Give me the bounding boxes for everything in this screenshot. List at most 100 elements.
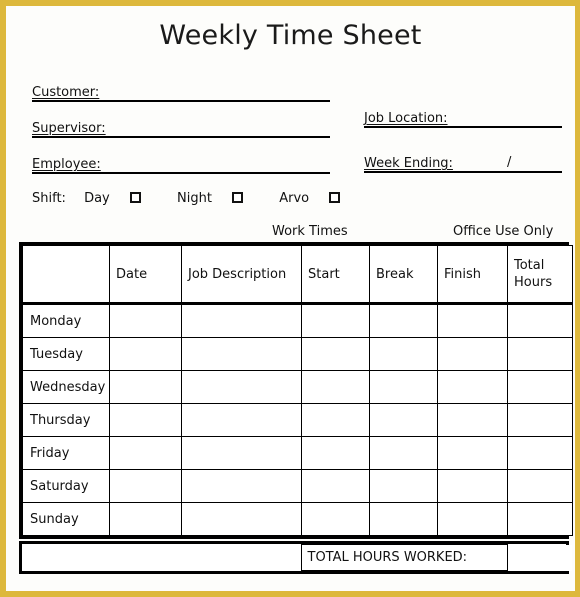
- field-customer[interactable]: Customer:: [32, 78, 330, 102]
- timesheet-table-element: Date Job Description Start Break Finish …: [22, 245, 573, 536]
- cell-tuesday-total[interactable]: [507, 337, 573, 371]
- table-header-row: Date Job Description Start Break Finish …: [22, 245, 573, 305]
- row-label-friday: Friday: [22, 436, 110, 470]
- cell-monday-start[interactable]: [301, 303, 370, 338]
- total-hours-footer: TOTAL HOURS WORKED:: [19, 541, 572, 574]
- total-hours-worked-value[interactable]: [506, 544, 572, 571]
- shift-option-arvo-label: Arvo: [279, 191, 310, 206]
- column-header-finish: Finish: [437, 245, 508, 305]
- footer-watermark: [22, 544, 302, 571]
- field-supervisor[interactable]: Supervisor:: [32, 114, 330, 138]
- column-header-start: Start: [301, 245, 370, 305]
- table-row: Wednesday: [22, 370, 573, 404]
- cell-sunday-start[interactable]: [301, 502, 370, 536]
- cell-sunday-total[interactable]: [507, 502, 573, 536]
- cell-friday-finish[interactable]: [437, 436, 508, 470]
- footer-row: TOTAL HOURS WORKED:: [22, 544, 572, 571]
- field-employee-label: Employee:: [32, 157, 101, 172]
- field-job-location-label: Job Location:: [364, 111, 448, 126]
- table-head: Date Job Description Start Break Finish …: [22, 245, 573, 305]
- cell-monday-date[interactable]: [109, 303, 182, 338]
- cell-thursday-date[interactable]: [109, 403, 182, 437]
- cell-thursday-finish[interactable]: [437, 403, 508, 437]
- table-row: Thursday: [22, 403, 573, 437]
- cell-friday-start[interactable]: [301, 436, 370, 470]
- cell-thursday-desc[interactable]: [181, 403, 302, 437]
- cell-tuesday-start[interactable]: [301, 337, 370, 371]
- cell-saturday-start[interactable]: [301, 469, 370, 503]
- row-label-saturday: Saturday: [22, 469, 110, 503]
- cell-friday-total[interactable]: [507, 436, 573, 470]
- table-row: Friday: [22, 436, 573, 470]
- cell-monday-desc[interactable]: [181, 303, 302, 338]
- timesheet-table: Date Job Description Start Break Finish …: [19, 242, 573, 539]
- cell-saturday-break[interactable]: [369, 469, 438, 503]
- cell-saturday-finish[interactable]: [437, 469, 508, 503]
- page-frame: Weekly Time Sheet Customer: Supervisor: …: [0, 0, 580, 597]
- cell-friday-break[interactable]: [369, 436, 438, 470]
- cell-monday-break[interactable]: [369, 303, 438, 338]
- cell-sunday-finish[interactable]: [437, 502, 508, 536]
- cell-wednesday-desc[interactable]: [181, 370, 302, 404]
- cell-friday-desc[interactable]: [181, 436, 302, 470]
- caption-office-use-only: Office Use Only: [453, 224, 554, 239]
- table-row: Sunday: [22, 502, 573, 536]
- column-header-job-description: Job Description: [181, 245, 302, 305]
- cell-thursday-start[interactable]: [301, 403, 370, 437]
- row-label-tuesday: Tuesday: [22, 337, 110, 371]
- caption-work-times: Work Times: [272, 224, 348, 239]
- cell-tuesday-finish[interactable]: [437, 337, 508, 371]
- cell-saturday-total[interactable]: [507, 469, 573, 503]
- column-header-total-hours: Total Hours: [507, 245, 573, 305]
- total-hours-footer-table: TOTAL HOURS WORKED:: [22, 544, 572, 571]
- shift-arvo-checkbox[interactable]: [329, 192, 341, 203]
- cell-wednesday-date[interactable]: [109, 370, 182, 404]
- shift-option-night-label: Night: [177, 191, 212, 206]
- row-label-wednesday: Wednesday: [22, 370, 110, 404]
- cell-tuesday-break[interactable]: [369, 337, 438, 371]
- shift-row: Shift: Day Night Arvo: [32, 191, 341, 209]
- table-row: Tuesday: [22, 337, 573, 371]
- cell-tuesday-date[interactable]: [109, 337, 182, 371]
- total-hours-worked-label: TOTAL HOURS WORKED:: [300, 544, 508, 571]
- row-label-monday: Monday: [22, 303, 110, 338]
- cell-wednesday-start[interactable]: [301, 370, 370, 404]
- field-week-ending-value[interactable]: /: [507, 155, 511, 170]
- cell-thursday-break[interactable]: [369, 403, 438, 437]
- cell-saturday-date[interactable]: [109, 469, 182, 503]
- timesheet-sheet: Weekly Time Sheet Customer: Supervisor: …: [6, 6, 575, 591]
- cell-wednesday-finish[interactable]: [437, 370, 508, 404]
- cell-wednesday-total[interactable]: [507, 370, 573, 404]
- cell-thursday-total[interactable]: [507, 403, 573, 437]
- row-label-thursday: Thursday: [22, 403, 110, 437]
- field-week-ending[interactable]: Week Ending: /: [364, 149, 562, 173]
- field-supervisor-label: Supervisor:: [32, 121, 106, 136]
- cell-saturday-desc[interactable]: [181, 469, 302, 503]
- table-row: Monday: [22, 303, 573, 338]
- shift-day-checkbox[interactable]: [129, 192, 141, 203]
- field-week-ending-label: Week Ending:: [364, 156, 453, 171]
- cell-sunday-desc[interactable]: [181, 502, 302, 536]
- field-customer-label: Customer:: [32, 85, 100, 100]
- table-row: Saturday: [22, 469, 573, 503]
- cell-sunday-break[interactable]: [369, 502, 438, 536]
- cell-wednesday-break[interactable]: [369, 370, 438, 404]
- cell-monday-total[interactable]: [507, 303, 573, 338]
- shift-option-night[interactable]: Night: [177, 191, 244, 206]
- page-title: Weekly Time Sheet: [159, 20, 422, 51]
- shift-option-day-label: Day: [84, 191, 110, 206]
- cell-tuesday-desc[interactable]: [181, 337, 302, 371]
- column-header-day: [22, 245, 110, 305]
- cell-friday-date[interactable]: [109, 436, 182, 470]
- field-job-location[interactable]: Job Location:: [364, 104, 562, 128]
- cell-sunday-date[interactable]: [109, 502, 182, 536]
- field-employee[interactable]: Employee:: [32, 150, 330, 174]
- cell-monday-finish[interactable]: [437, 303, 508, 338]
- shift-label: Shift:: [32, 191, 66, 206]
- shift-option-day[interactable]: Day: [84, 191, 141, 206]
- column-header-break: Break: [369, 245, 438, 305]
- shift-option-arvo[interactable]: Arvo: [279, 191, 341, 206]
- column-header-date: Date: [109, 245, 182, 305]
- shift-night-checkbox[interactable]: [232, 192, 244, 203]
- row-label-sunday: Sunday: [22, 502, 110, 536]
